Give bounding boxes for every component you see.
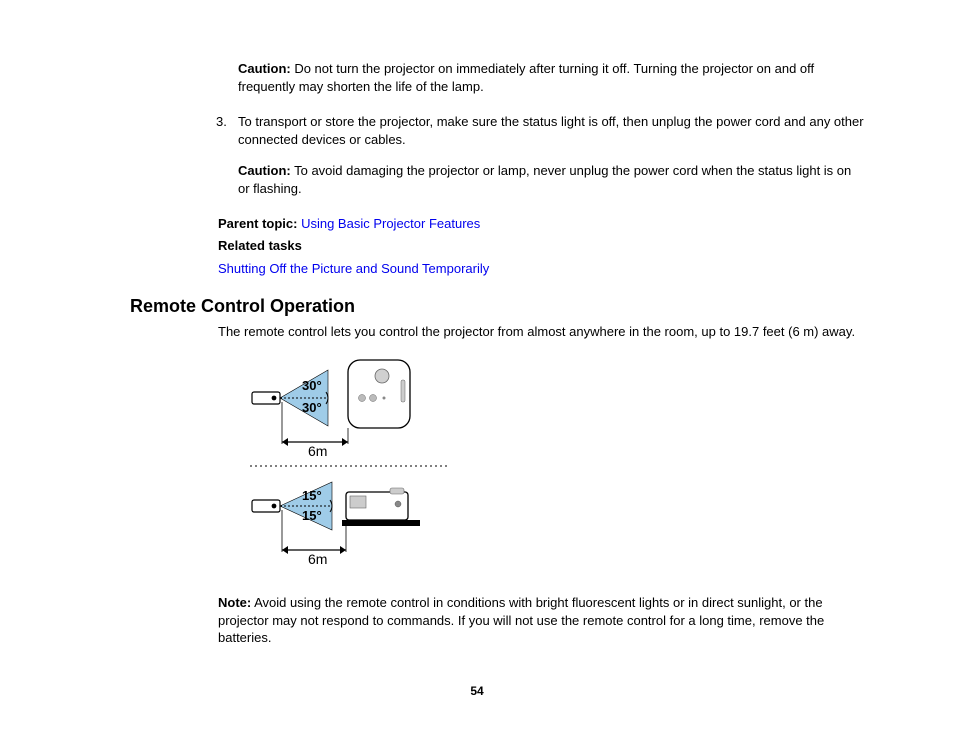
angle-bottom-upper: 15°	[302, 488, 322, 503]
caution-2-text: To avoid damaging the projector or lamp,…	[238, 163, 851, 196]
angle-top-lower: 30°	[302, 400, 322, 415]
caution-1-text: Do not turn the projector on immediately…	[238, 61, 814, 94]
intro-paragraph: The remote control lets you control the …	[218, 323, 864, 341]
note-paragraph: Note: Avoid using the remote control in …	[218, 594, 864, 647]
distance-bottom: 6m	[308, 551, 327, 567]
note-label: Note:	[218, 595, 251, 610]
distance-top: 6m	[308, 443, 327, 459]
angle-top-upper: 30°	[302, 378, 322, 393]
step-3: 3. To transport or store the projector, …	[216, 113, 864, 148]
remote-control-diagram: 30° 30° 6m 1	[250, 352, 864, 582]
step-3-number: 3.	[216, 113, 238, 148]
parent-topic-row: Parent topic: Using Basic Projector Feat…	[218, 215, 864, 233]
parent-topic-link[interactable]: Using Basic Projector Features	[301, 216, 480, 231]
parent-topic-label: Parent topic:	[218, 216, 301, 231]
caution-1: Caution: Do not turn the projector on im…	[238, 60, 864, 95]
note-text: Avoid using the remote control in condit…	[218, 595, 824, 645]
caution-2-label: Caution:	[238, 163, 291, 178]
angle-bottom-lower: 15°	[302, 508, 322, 523]
related-task-link[interactable]: Shutting Off the Picture and Sound Tempo…	[218, 261, 489, 276]
related-tasks-label: Related tasks	[218, 237, 864, 255]
caution-1-label: Caution:	[238, 61, 291, 76]
caution-2: Caution: To avoid damaging the projector…	[238, 162, 864, 197]
section-heading: Remote Control Operation	[130, 296, 864, 317]
step-3-text: To transport or store the projector, mak…	[238, 113, 864, 148]
page-number: 54	[0, 684, 954, 698]
